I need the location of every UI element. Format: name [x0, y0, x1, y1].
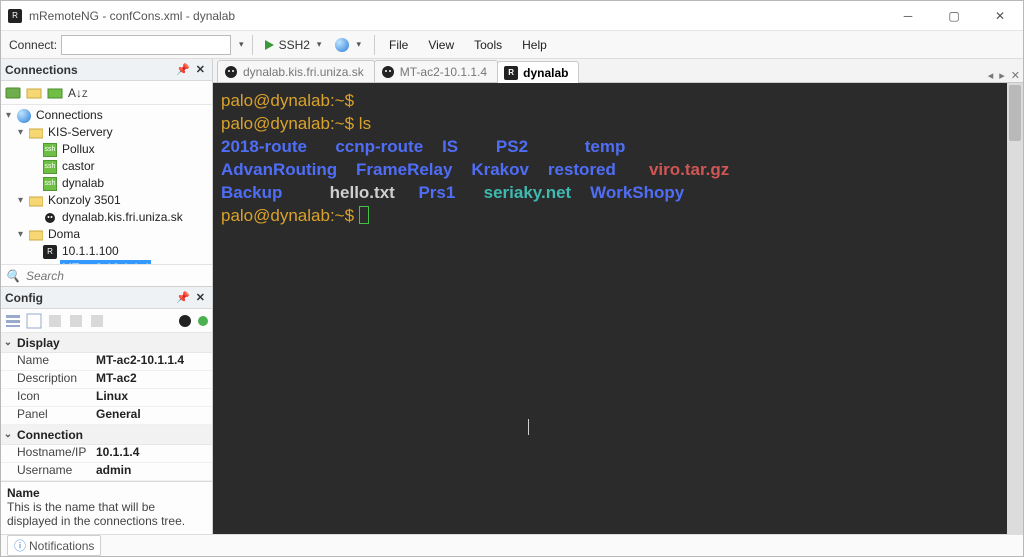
linux-icon: [381, 65, 395, 79]
new-folder-icon[interactable]: [26, 85, 42, 101]
tree-item[interactable]: dynalab.kis.fri.uniza.sk: [3, 209, 212, 226]
status-dot-icon: [198, 316, 208, 326]
maximize-button[interactable]: ▢: [931, 1, 977, 31]
sort-az-icon[interactable]: A↓Z: [68, 86, 88, 100]
prop-row: DescriptionMT-ac2: [1, 371, 212, 389]
titlebar: R mRemoteNG - confCons.xml - dynalab ─ ▢…: [1, 1, 1023, 31]
prop-row: Hostname/IP10.1.1.4: [1, 445, 212, 463]
search-input[interactable]: [24, 268, 208, 284]
prop-icon3[interactable]: [89, 313, 105, 329]
tab-prev-icon[interactable]: ◂: [985, 69, 997, 82]
statusbar: ⓘ Notifications: [1, 534, 1023, 556]
close-panel-icon[interactable]: ✕: [193, 291, 208, 304]
play-icon: [262, 38, 276, 52]
session-tab-active[interactable]: R dynalab: [497, 61, 579, 83]
app-icon: R: [7, 8, 23, 24]
protocol-selector[interactable]: SSH2 ▾: [257, 34, 331, 56]
tree-item[interactable]: sshcastor: [3, 158, 212, 175]
session-tab[interactable]: MT-ac2-10.1.1.4: [374, 60, 498, 82]
property-grid[interactable]: ⌄Display NameMT-ac2-10.1.1.4 Description…: [1, 333, 212, 481]
minimize-button[interactable]: ─: [885, 1, 931, 31]
prop-row: IconLinux: [1, 389, 212, 407]
info-icon: ⓘ: [14, 537, 26, 554]
alphabetical-icon[interactable]: [26, 313, 42, 329]
menu-view[interactable]: View: [418, 38, 464, 52]
tree-item[interactable]: sshdynalab: [3, 175, 212, 192]
config-panel: Config 📌 ✕ ⌄Display NameMT-ac2-10.: [1, 286, 212, 534]
terminal-scrollbar[interactable]: [1007, 83, 1023, 534]
close-button[interactable]: ✕: [977, 1, 1023, 31]
globe-icon: [335, 38, 349, 52]
session-tabstrip: dynalab.kis.fri.uniza.sk MT-ac2-10.1.1.4…: [213, 59, 1023, 83]
property-help: Name This is the name that will be displ…: [1, 481, 212, 534]
tree-folder-konzoly[interactable]: ▾ Konzoly 3501: [3, 192, 212, 209]
connect-label: Connect:: [1, 38, 61, 52]
quick-connect-dropdown[interactable]: ▾: [235, 39, 248, 50]
group-connection[interactable]: ⌄Connection: [1, 425, 212, 445]
text-caret-icon: [528, 419, 529, 435]
main-toolbar: Connect: ▾ SSH2 ▾ ▾ File View Tools Help: [1, 31, 1023, 59]
connections-tree[interactable]: ▾ Connections ▾ KIS-Servery sshPollux ss…: [1, 105, 212, 264]
config-header: Config 📌 ✕: [1, 287, 212, 309]
tree-root[interactable]: ▾ Connections: [3, 107, 212, 124]
categorized-icon[interactable]: [5, 313, 21, 329]
menu-file[interactable]: File: [379, 38, 418, 52]
new-connection-icon[interactable]: [5, 85, 21, 101]
pin-icon[interactable]: 📌: [173, 63, 193, 76]
menu-tools[interactable]: Tools: [464, 38, 512, 52]
tree-search[interactable]: 🔍: [1, 264, 212, 286]
connections-header: Connections 📌 ✕: [1, 59, 212, 81]
search-icon: 🔍: [5, 269, 20, 283]
close-panel-icon[interactable]: ✕: [193, 63, 208, 76]
prop-row: NameMT-ac2-10.1.1.4: [1, 353, 212, 371]
prop-icon2[interactable]: [68, 313, 84, 329]
tree-item[interactable]: sshPollux: [3, 141, 212, 158]
prop-row: Usernameadmin: [1, 463, 212, 481]
pin-icon[interactable]: 📌: [173, 291, 193, 304]
tree-folder-kis[interactable]: ▾ KIS-Servery: [3, 124, 212, 141]
globe-button[interactable]: ▾: [330, 34, 370, 56]
linux-icon[interactable]: [177, 313, 193, 329]
tab-next-icon[interactable]: ▸: [996, 69, 1008, 82]
group-display[interactable]: ⌄Display: [1, 333, 212, 353]
session-tab[interactable]: dynalab.kis.fri.uniza.sk: [217, 60, 375, 82]
expand-icon[interactable]: [47, 85, 63, 101]
app-window: R mRemoteNG - confCons.xml - dynalab ─ ▢…: [0, 0, 1024, 557]
prop-row: PanelGeneral: [1, 407, 212, 425]
menu-help[interactable]: Help: [512, 38, 557, 52]
tree-folder-doma[interactable]: ▾ Doma: [3, 226, 212, 243]
notifications-button[interactable]: ⓘ Notifications: [7, 535, 101, 556]
prop-icon[interactable]: [47, 313, 63, 329]
config-toolbar: [1, 309, 212, 333]
connections-toolbar: A↓Z: [1, 81, 212, 105]
quick-connect-input[interactable]: [61, 35, 231, 55]
terminal-view[interactable]: palo@dynalab:~$palo@dynalab:~$ ls2018-ro…: [213, 83, 1023, 534]
mremote-icon: R: [504, 66, 518, 80]
linux-icon: [224, 65, 238, 79]
tree-item[interactable]: R10.1.1.100: [3, 243, 212, 260]
tab-close-icon[interactable]: ✕: [1008, 69, 1023, 82]
window-title: mRemoteNG - confCons.xml - dynalab: [29, 9, 885, 23]
